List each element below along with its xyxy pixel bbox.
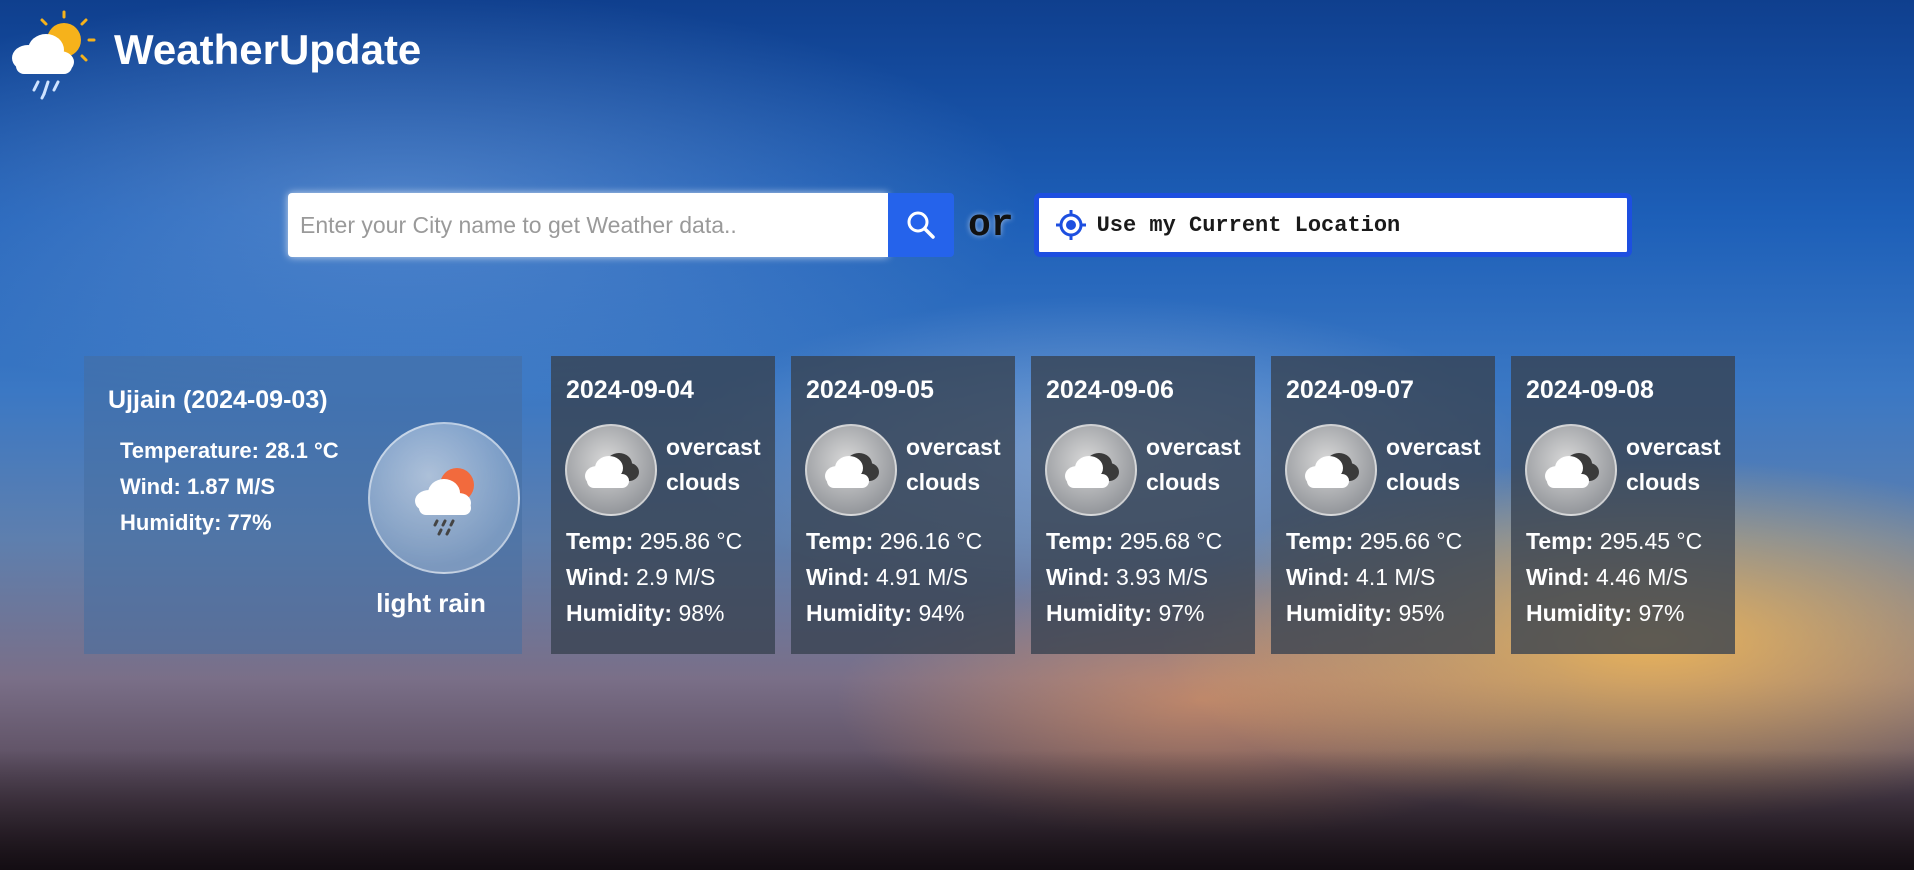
search-button[interactable]: [888, 193, 954, 257]
forecast-card: 2024-09-04 overcast clouds Temp: 295.86 °…: [551, 356, 775, 654]
current-description: light rain: [376, 588, 486, 618]
forecast-date: 2024-09-04: [566, 376, 694, 404]
forecast-wind: Wind: 4.1 M/S: [1286, 564, 1436, 590]
app-header: WeatherUpdate: [6, 6, 421, 102]
overcast-clouds-icon: [1045, 424, 1137, 516]
overcast-clouds-icon: [1525, 424, 1617, 516]
forecast-description: overcast clouds: [1386, 434, 1481, 495]
forecast-humidity: Humidity: 97%: [1046, 600, 1205, 626]
background-landscape: [0, 750, 1914, 870]
current-wind: Wind: 1.87 M/S: [120, 474, 276, 499]
light-rain-icon: [368, 422, 520, 574]
current-city-date: Ujjain (2024-09-03): [108, 386, 328, 414]
current-temperature: Temperature: 28.1 °C: [120, 438, 339, 463]
forecast-temp: Temp: 295.86 °C: [566, 528, 743, 554]
forecast-description: overcast clouds: [666, 434, 761, 495]
search-bar: or Use my Current Location: [288, 193, 1632, 257]
forecast-humidity: Humidity: 97%: [1526, 600, 1685, 626]
search-icon: [907, 211, 935, 239]
overcast-clouds-icon: [1285, 424, 1377, 516]
forecast-temp: Temp: 296.16 °C: [806, 528, 983, 554]
forecast-temp: Temp: 295.68 °C: [1046, 528, 1223, 554]
current-humidity: Humidity: 77%: [120, 510, 272, 535]
forecast-date: 2024-09-05: [806, 376, 934, 404]
forecast-description: overcast clouds: [906, 434, 1001, 495]
forecast-description: overcast clouds: [1146, 434, 1241, 495]
weather-logo-icon: [12, 10, 96, 100]
forecast-humidity: Humidity: 95%: [1286, 600, 1445, 626]
forecast-temp: Temp: 295.45 °C: [1526, 528, 1703, 554]
crosshair-location-icon: [1055, 210, 1086, 240]
app-title: WeatherUpdate: [114, 26, 422, 73]
forecast-card: 2024-09-05 overcast clouds Temp: 296.16 °…: [791, 356, 1015, 654]
forecast-humidity: Humidity: 98%: [566, 600, 725, 626]
forecast-date: 2024-09-06: [1046, 376, 1174, 404]
forecast-wind: Wind: 4.91 M/S: [806, 564, 969, 590]
forecast-card: 2024-09-08 overcast clouds Temp: 295.45 °…: [1511, 356, 1735, 654]
or-separator: or: [968, 203, 1014, 247]
use-current-location-button[interactable]: Use my Current Location: [1033, 193, 1632, 257]
forecast-description: overcast clouds: [1626, 434, 1721, 495]
forecast-date: 2024-09-08: [1526, 376, 1654, 404]
forecast-humidity: Humidity: 94%: [806, 600, 965, 626]
overcast-clouds-icon: [805, 424, 897, 516]
current-weather-card: Ujjain (2024-09-03) Temperature: 28.1 °C…: [84, 356, 522, 654]
city-search-input[interactable]: [288, 193, 888, 257]
forecast-wind: Wind: 2.9 M/S: [566, 564, 716, 590]
forecast-wind: Wind: 4.46 M/S: [1526, 564, 1689, 590]
forecast-date: 2024-09-07: [1286, 376, 1414, 404]
forecast-card: 2024-09-07 overcast clouds Temp: 295.66 °…: [1271, 356, 1495, 654]
use-current-location-label: Use my Current Location: [1096, 212, 1401, 238]
forecast-wind: Wind: 3.93 M/S: [1046, 564, 1209, 590]
overcast-clouds-icon: [565, 424, 657, 516]
forecast-temp: Temp: 295.66 °C: [1286, 528, 1463, 554]
forecast-card: 2024-09-06 overcast clouds Temp: 295.68 °…: [1031, 356, 1255, 654]
